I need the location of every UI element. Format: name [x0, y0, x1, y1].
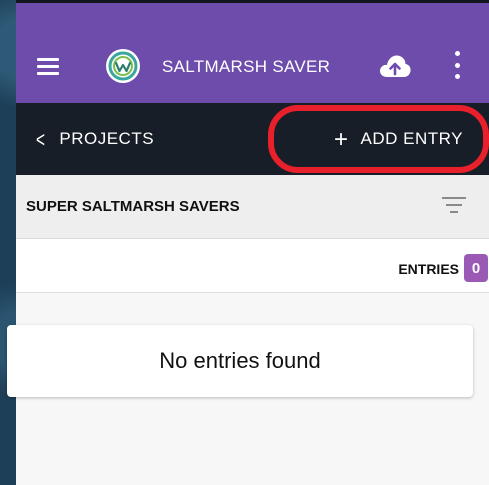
- app-bar: SALTMARSH SAVER: [16, 0, 489, 103]
- filter-icon[interactable]: [442, 197, 466, 215]
- add-entry-label: ADD ENTRY: [360, 129, 463, 148]
- saltmarsh-logo: [106, 49, 140, 83]
- menu-icon[interactable]: [37, 58, 59, 75]
- entries-count-badge: 0: [464, 254, 488, 282]
- empty-state-card: No entries found: [7, 325, 473, 397]
- back-label: PROJECTS: [59, 129, 155, 148]
- project-header: SUPER SALTMARSH SAVERS: [16, 175, 489, 239]
- more-vert-icon[interactable]: [453, 51, 461, 79]
- app-title: SALTMARSH SAVER: [162, 57, 331, 76]
- phone-screen: SALTMARSH SAVER < PROJECTS + ADD ENTRY S…: [16, 0, 489, 485]
- cloud-upload-icon[interactable]: [378, 53, 412, 79]
- entries-label: ENTRIES: [398, 261, 459, 277]
- add-entry-button[interactable]: + ADD ENTRY: [334, 125, 463, 153]
- empty-state-message: No entries found: [159, 348, 321, 373]
- back-to-projects-button[interactable]: < PROJECTS: [34, 126, 155, 152]
- project-title: SUPER SALTMARSH SAVERS: [26, 198, 240, 215]
- entries-summary: ENTRIES 0: [16, 239, 489, 293]
- nav-bar: < PROJECTS + ADD ENTRY: [16, 103, 489, 175]
- plus-icon: +: [334, 125, 349, 153]
- chevron-left-icon: <: [36, 126, 46, 152]
